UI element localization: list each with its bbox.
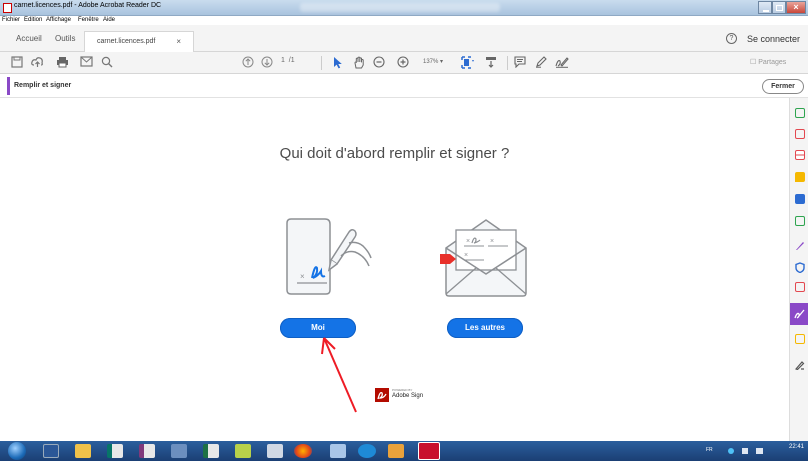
start-button[interactable]	[8, 442, 26, 460]
total-pages: /1	[288, 57, 295, 64]
hand-icon[interactable]	[352, 56, 366, 70]
pen-icon[interactable]	[534, 56, 548, 70]
help-icon[interactable]: ?	[726, 33, 737, 44]
scroll-mode-icon[interactable]	[484, 56, 498, 70]
pdf-app-icon	[3, 3, 12, 13]
toolbar: 1 /1 137% ▾ ☐ Partages	[0, 52, 808, 74]
outlook-icon[interactable]	[388, 444, 404, 458]
taskbar: FR 22:41	[0, 441, 808, 461]
red-arrow-annotation	[321, 337, 357, 413]
svg-text:×: ×	[464, 252, 468, 259]
send-track-icon[interactable]	[795, 334, 805, 344]
tab-accueil[interactable]: Accueil	[16, 34, 42, 43]
upload-icon[interactable]	[30, 56, 44, 70]
adobe-sign-label: Adobe Sign	[392, 393, 424, 399]
zoom-level-dropdown[interactable]: 137% ▾	[423, 58, 443, 65]
select-cursor-icon[interactable]	[331, 56, 345, 70]
others-button[interactable]: Les autres	[447, 318, 523, 338]
image-viewer-icon[interactable]	[267, 444, 283, 458]
sign-in-link[interactable]: Se connecter	[747, 34, 800, 44]
export-pdf-icon[interactable]	[795, 216, 805, 226]
language-indicator[interactable]: FR	[706, 447, 713, 453]
snipping-icon[interactable]	[235, 444, 251, 458]
page-number-field[interactable]: 1 /1	[281, 57, 295, 64]
zoom-in-icon[interactable]	[396, 56, 410, 70]
send-for-signature-icon[interactable]	[795, 282, 805, 292]
flag-icon[interactable]	[742, 448, 748, 454]
paint-icon[interactable]	[171, 444, 187, 458]
fill-sign-title: Remplir et signer	[14, 82, 72, 89]
ie-icon[interactable]	[358, 444, 376, 458]
menu-aide[interactable]: Aide	[103, 17, 115, 23]
tools-pane	[789, 98, 808, 441]
menu-fenetre[interactable]: Fenêtre	[78, 17, 99, 23]
tab-bar: Accueil Outils carnet.licences.pdf × ? S…	[0, 25, 808, 52]
fill-sign-tool-icon[interactable]	[795, 238, 805, 250]
toolbar-divider	[321, 56, 322, 70]
tab-outils[interactable]: Outils	[55, 34, 75, 43]
menu-bar: Fichier Edition Affichage Fenêtre Aide	[0, 16, 808, 25]
window-title: carnet.licences.pdf - Adobe Acrobat Read…	[14, 2, 162, 9]
acrobat-icon[interactable]	[418, 442, 440, 460]
create-pdf-icon[interactable]	[795, 108, 805, 118]
minimize-button[interactable]	[758, 1, 772, 14]
clock-time: 22:41	[789, 444, 805, 450]
svg-text:×: ×	[300, 272, 305, 281]
blurred-region	[300, 3, 500, 12]
fit-page-icon[interactable]	[461, 56, 475, 70]
folder-icon[interactable]	[75, 444, 91, 458]
organize-pages-icon[interactable]	[795, 150, 805, 160]
share-label: Partages	[758, 59, 787, 66]
prev-page-icon[interactable]	[241, 56, 255, 70]
menu-affichage[interactable]: Affichage	[46, 17, 71, 23]
toolbar-divider	[507, 56, 508, 70]
self-sign-illustration[interactable]: ×	[285, 216, 375, 296]
more-tools-icon[interactable]	[794, 357, 805, 371]
zoom-out-icon[interactable]	[372, 56, 386, 70]
share-button[interactable]: ☐ Partages	[750, 58, 786, 66]
app-icon[interactable]	[330, 444, 346, 458]
comment-icon[interactable]	[513, 56, 527, 70]
clock[interactable]: 22:41	[789, 444, 804, 451]
combine-files-icon[interactable]	[795, 194, 805, 204]
close-fill-sign-button[interactable]: Fermer	[762, 79, 804, 94]
adobe-sign-logo-mark	[375, 388, 389, 402]
menu-edition[interactable]: Edition	[24, 17, 42, 23]
close-tab-icon[interactable]: ×	[176, 37, 181, 46]
sign-icon[interactable]	[555, 56, 569, 70]
email-icon[interactable]	[79, 56, 93, 70]
network-icon[interactable]	[728, 448, 734, 454]
firefox-icon[interactable]	[294, 444, 312, 458]
fill-sign-bar: Remplir et signer Fermer	[0, 74, 808, 98]
page-heading: Qui doit d'abord remplir et signer ?	[279, 145, 510, 162]
word-icon[interactable]	[43, 444, 59, 458]
svg-text:×: ×	[490, 238, 494, 245]
svg-text:×: ×	[466, 238, 470, 245]
menu-fichier[interactable]: Fichier	[2, 17, 20, 23]
excel-icon[interactable]	[203, 444, 219, 458]
protect-icon[interactable]	[795, 260, 805, 274]
zoom-value: 137%	[423, 59, 439, 65]
fill-sign-active-tool[interactable]	[790, 303, 808, 325]
volume-icon[interactable]	[756, 448, 763, 454]
edit-pdf-icon[interactable]	[795, 129, 805, 139]
fill-sign-accent	[7, 77, 10, 95]
others-sign-illustration[interactable]: × × ×	[438, 216, 534, 298]
tab-document[interactable]: carnet.licences.pdf ×	[84, 31, 194, 52]
document-tab-label: carnet.licences.pdf	[97, 38, 156, 45]
publisher-icon[interactable]	[107, 444, 123, 458]
save-icon[interactable]	[10, 56, 24, 70]
maximize-button[interactable]	[772, 1, 786, 14]
current-page[interactable]: 1	[281, 57, 285, 64]
powered-by-label: POWERED BY	[392, 388, 413, 392]
comment-tool-icon[interactable]	[795, 172, 805, 182]
search-icon[interactable]	[100, 56, 114, 70]
title-bar: carnet.licences.pdf - Adobe Acrobat Read…	[0, 0, 808, 16]
print-icon[interactable]	[55, 56, 69, 70]
onenote-icon[interactable]	[139, 444, 155, 458]
close-window-button[interactable]: ×	[786, 1, 806, 14]
next-page-icon[interactable]	[260, 56, 274, 70]
main-content: Qui doit d'abord remplir et signer ? × ×…	[0, 98, 789, 441]
